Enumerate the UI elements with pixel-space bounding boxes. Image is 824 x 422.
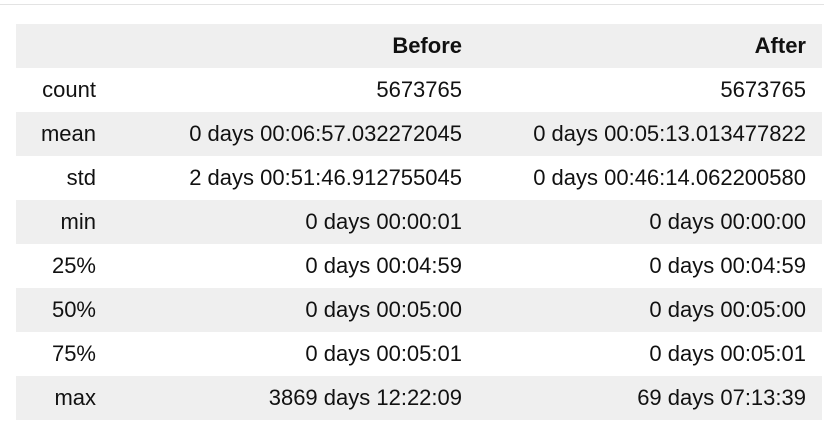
row-label: 75% xyxy=(16,332,112,376)
cell-before: 3869 days 12:22:09 xyxy=(112,376,464,420)
cell-before: 2 days 00:51:46.912755045 xyxy=(112,156,464,200)
table-row: 25% 0 days 00:04:59 0 days 00:04:59 xyxy=(16,244,822,288)
cell-after: 0 days 00:05:00 xyxy=(464,288,822,332)
table-row: mean 0 days 00:06:57.032272045 0 days 00… xyxy=(16,112,822,156)
row-label: mean xyxy=(16,112,112,156)
cell-after: 0 days 00:05:01 xyxy=(464,332,822,376)
cell-before: 0 days 00:06:57.032272045 xyxy=(112,112,464,156)
row-label: max xyxy=(16,376,112,420)
cell-after: 0 days 00:04:59 xyxy=(464,244,822,288)
cell-after: 69 days 07:13:39 xyxy=(464,376,822,420)
cell-after: 0 days 00:46:14.062200580 xyxy=(464,156,822,200)
table-row: std 2 days 00:51:46.912755045 0 days 00:… xyxy=(16,156,822,200)
cell-before: 0 days 00:05:01 xyxy=(112,332,464,376)
table-row: 75% 0 days 00:05:01 0 days 00:05:01 xyxy=(16,332,822,376)
table-row: 50% 0 days 00:05:00 0 days 00:05:00 xyxy=(16,288,822,332)
row-label: std xyxy=(16,156,112,200)
column-header-after: After xyxy=(464,24,822,68)
column-header-before: Before xyxy=(112,24,464,68)
row-label: 25% xyxy=(16,244,112,288)
cell-before: 5673765 xyxy=(112,68,464,112)
describe-table: Before After count 5673765 5673765 mean … xyxy=(16,24,822,420)
cell-after: 5673765 xyxy=(464,68,822,112)
cell-after: 0 days 00:00:00 xyxy=(464,200,822,244)
dataframe-output: Before After count 5673765 5673765 mean … xyxy=(16,24,822,420)
cell-before: 0 days 00:00:01 xyxy=(112,200,464,244)
table-row: max 3869 days 12:22:09 69 days 07:13:39 xyxy=(16,376,822,420)
table-row: count 5673765 5673765 xyxy=(16,68,822,112)
table-row: min 0 days 00:00:01 0 days 00:00:00 xyxy=(16,200,822,244)
table-header-row: Before After xyxy=(16,24,822,68)
row-label: 50% xyxy=(16,288,112,332)
cell-before: 0 days 00:04:59 xyxy=(112,244,464,288)
cell-after: 0 days 00:05:13.013477822 xyxy=(464,112,822,156)
cell-top-divider xyxy=(0,0,824,5)
row-label: count xyxy=(16,68,112,112)
cell-before: 0 days 00:05:00 xyxy=(112,288,464,332)
row-label: min xyxy=(16,200,112,244)
index-header xyxy=(16,24,112,68)
